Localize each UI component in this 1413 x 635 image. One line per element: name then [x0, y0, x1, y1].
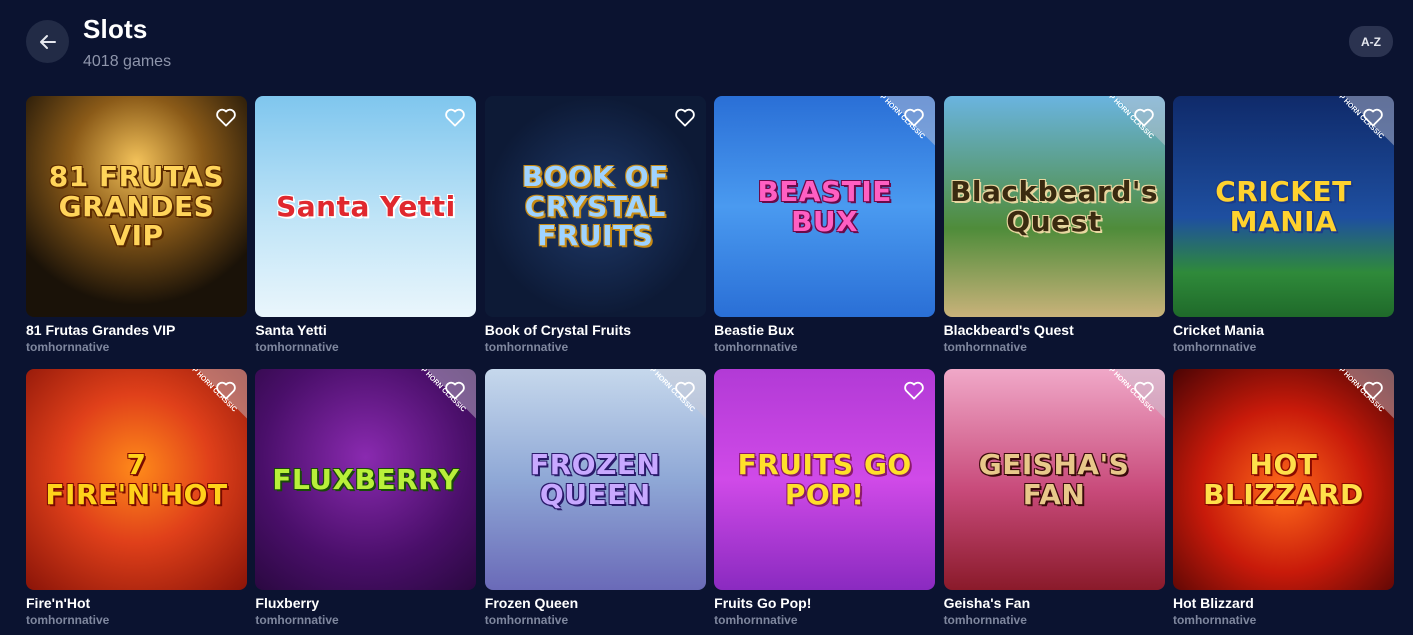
game-name[interactable]: Frozen Queen — [485, 595, 706, 611]
game-card[interactable]: 81 FRUTAS GRANDES VIP 81 Frutas Grandes V… — [26, 96, 247, 369]
game-card[interactable]: Santa Yetti Santa Yetti tomhornnative — [255, 96, 477, 369]
game-provider: tomhornnative — [943, 340, 1027, 354]
game-provider: tomhornnative — [484, 613, 569, 627]
game-provider: tomhornnative — [714, 613, 798, 627]
back-button[interactable] — [26, 20, 69, 63]
heart-icon[interactable] — [903, 380, 925, 400]
game-name[interactable]: Beastie Bux — [714, 322, 935, 338]
game-thumbnail[interactable]: HOT BLIZZARD TOP HORN CLASSIC — [1172, 369, 1394, 590]
game-card[interactable]: BOOK OF CRYSTAL FRUITS Book of Crystal Fr… — [484, 96, 706, 369]
game-provider: tomhornnative — [1172, 613, 1257, 627]
game-thumbnail[interactable]: FROZEN QUEEN TOP HORN CLASSIC — [484, 369, 706, 590]
heart-icon[interactable] — [903, 107, 925, 127]
game-name[interactable]: Geisha's Fan — [944, 595, 1165, 611]
game-thumbnail[interactable]: Blackbeard's Quest TOP HORN CLASSIC — [943, 96, 1165, 317]
game-name[interactable]: Fruits Go Pop! — [714, 595, 935, 611]
game-art-title: HOT BLIZZARD — [1203, 448, 1364, 511]
heart-icon[interactable] — [1133, 380, 1155, 400]
game-art-title: BOOK OF CRYSTAL FRUITS — [521, 160, 669, 253]
game-name[interactable]: Cricket Mania — [1173, 322, 1394, 338]
game-name[interactable]: Santa Yetti — [255, 322, 476, 338]
games-count: 4018 games — [83, 53, 172, 70]
game-provider: tomhornnative — [943, 613, 1027, 627]
game-name[interactable]: Hot Blizzard — [1173, 595, 1394, 611]
game-art-title: 7 FIRE'N'HOT — [45, 448, 228, 511]
heart-icon[interactable] — [1362, 380, 1384, 400]
heart-icon[interactable] — [1362, 107, 1384, 127]
heart-icon[interactable] — [674, 380, 696, 400]
game-name[interactable]: Fluxberry — [255, 595, 476, 611]
heart-icon[interactable] — [215, 107, 237, 127]
game-art-title: Santa Yetti — [276, 189, 456, 223]
game-thumbnail[interactable]: 81 FRUTAS GRANDES VIP — [26, 96, 247, 317]
game-art-title: CRICKET MANIA — [1215, 175, 1352, 238]
game-provider: tomhornnative — [1172, 340, 1257, 354]
game-card[interactable]: Blackbeard's Quest TOP HORN CLASSIC Blackb… — [943, 96, 1165, 369]
game-provider: tomhornnative — [255, 613, 339, 627]
game-thumbnail[interactable]: 7 FIRE'N'HOT TOP HORN CLASSIC — [26, 369, 247, 590]
game-art-title: Blackbeard's Quest — [950, 175, 1159, 238]
game-card[interactable]: FROZEN QUEEN TOP HORN CLASSIC Frozen Queen… — [484, 369, 706, 635]
game-card[interactable]: BEASTIE BUX TOP HORN CLASSIC Beastie Bux to… — [714, 96, 936, 369]
game-thumbnail[interactable]: FRUITS GO POP! — [714, 369, 936, 590]
game-provider: tomhornnative — [26, 613, 110, 627]
game-name[interactable]: 81 Frutas Grandes VIP — [26, 322, 247, 338]
heart-icon[interactable] — [215, 380, 237, 400]
game-card[interactable]: CRICKET MANIA TOP HORN CLASSIC Cricket Man… — [1172, 96, 1394, 369]
game-art-title: BEASTIE BUX — [757, 175, 892, 238]
game-provider: tomhornnative — [26, 340, 110, 354]
game-art-title: FLUXBERRY — [272, 462, 460, 496]
game-name[interactable]: Blackbeard's Quest — [944, 322, 1165, 338]
game-thumbnail[interactable]: GEISHA'S FAN TOP HORN CLASSIC — [943, 369, 1165, 590]
game-provider: tomhornnative — [255, 340, 339, 354]
game-thumbnail[interactable]: BEASTIE BUX TOP HORN CLASSIC — [714, 96, 936, 317]
game-art-title: 81 FRUTAS GRANDES VIP — [48, 160, 225, 253]
sort-az-button[interactable]: A-Z — [1349, 26, 1393, 57]
game-thumbnail[interactable]: BOOK OF CRYSTAL FRUITS — [484, 96, 706, 317]
game-card[interactable]: 7 FIRE'N'HOT TOP HORN CLASSIC Fire'n'Hot to… — [26, 369, 247, 635]
game-card[interactable]: FLUXBERRY TOP HORN CLASSIC Fluxberry tomhor… — [255, 369, 477, 635]
heart-icon[interactable] — [444, 107, 466, 127]
game-card[interactable]: FRUITS GO POP! Fruits Go Pop! tomhornnativ… — [714, 369, 936, 635]
game-name[interactable]: Fire'n'Hot — [26, 595, 247, 611]
game-card[interactable]: GEISHA'S FAN TOP HORN CLASSIC Geisha's Fan… — [943, 369, 1165, 635]
game-art-title: FRUITS GO POP! — [737, 448, 912, 511]
game-name[interactable]: Book of Crystal Fruits — [485, 322, 706, 338]
game-provider: tomhornnative — [484, 340, 569, 354]
game-thumbnail[interactable]: FLUXBERRY TOP HORN CLASSIC — [255, 369, 477, 590]
heart-icon[interactable] — [674, 107, 696, 127]
game-thumbnail[interactable]: Santa Yetti — [255, 96, 477, 317]
arrow-left-icon — [39, 34, 56, 49]
game-card[interactable]: HOT BLIZZARD TOP HORN CLASSIC Hot Blizzard… — [1172, 369, 1394, 635]
game-provider: tomhornnative — [714, 340, 798, 354]
game-art-title: FROZEN QUEEN — [530, 448, 661, 511]
heart-icon[interactable] — [444, 380, 466, 400]
page-title: Slots — [83, 14, 148, 44]
game-thumbnail[interactable]: CRICKET MANIA TOP HORN CLASSIC — [1172, 96, 1394, 317]
heart-icon[interactable] — [1133, 107, 1155, 127]
games-grid: 81 FRUTAS GRANDES VIP 81 Frutas Grandes V… — [26, 96, 1394, 635]
game-art-title: GEISHA'S FAN — [978, 448, 1130, 511]
